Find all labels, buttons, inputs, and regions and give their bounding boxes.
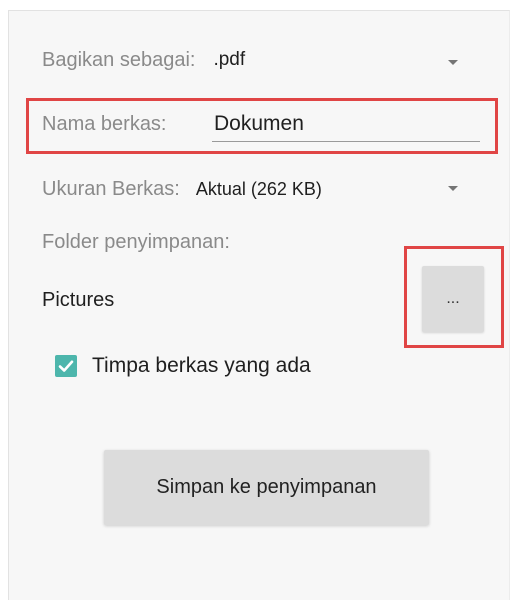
overwrite-row[interactable]: Timpa berkas yang ada: [92, 352, 311, 380]
save-to-storage-button[interactable]: Simpan ke penyimpanan: [104, 450, 429, 525]
storage-folder-path: Pictures: [42, 286, 114, 314]
storage-folder-label: Folder penyimpanan:: [42, 230, 230, 253]
file-size-label: Ukuran Berkas:: [42, 177, 180, 200]
browse-folder-button[interactable]: ...: [422, 266, 484, 332]
share-as-value: .pdf: [213, 49, 246, 70]
overwrite-label: Timpa berkas yang ada: [92, 354, 311, 377]
file-name-input[interactable]: [212, 108, 480, 142]
file-size-value: Aktual (262 KB): [195, 178, 322, 199]
file-name-row: Nama berkas:: [42, 109, 167, 139]
storage-folder-value: Pictures: [42, 288, 115, 311]
share-as-label: Bagikan sebagai:: [42, 48, 196, 71]
chevron-down-icon[interactable]: [448, 60, 458, 65]
share-as-dropdown[interactable]: Bagikan sebagai: .pdf: [42, 46, 472, 74]
checkmark-icon: [58, 360, 74, 372]
chevron-down-icon[interactable]: [448, 186, 458, 191]
storage-folder-heading: Folder penyimpanan:: [42, 228, 230, 256]
overwrite-checkbox[interactable]: [55, 355, 77, 377]
file-size-dropdown[interactable]: Ukuran Berkas: Aktual (262 KB): [42, 175, 472, 203]
file-name-label: Nama berkas:: [42, 112, 167, 135]
